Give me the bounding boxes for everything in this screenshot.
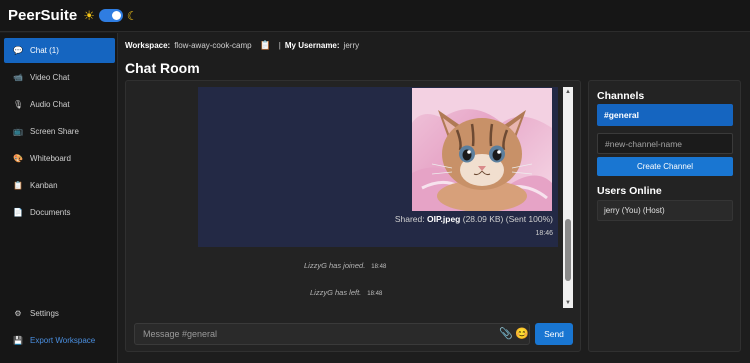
- sidebar-item-video-chat[interactable]: 📹 Video Chat: [4, 65, 115, 90]
- sidebar-item-label: Audio Chat: [30, 100, 70, 109]
- sidebar-item-label: Chat (1): [30, 46, 59, 55]
- sidebar-item-label: Video Chat: [30, 73, 70, 82]
- page-title: Chat Room: [125, 60, 200, 76]
- clipboard-icon: 📋: [13, 181, 23, 190]
- channel-item-general[interactable]: #general: [597, 104, 733, 126]
- username-value: jerry: [343, 41, 360, 50]
- scroll-up-icon[interactable]: ▲: [563, 87, 573, 97]
- sidebar-item-export-workspace[interactable]: 💾 Export Workspace: [4, 328, 115, 353]
- system-message: LizzyG has left. 18:48: [310, 288, 382, 297]
- system-message-time: 18:48: [371, 264, 387, 270]
- shared-file-details: (28.09 KB) (Sent 100%): [462, 214, 553, 224]
- sidebar-item-documents[interactable]: 📄 Documents: [4, 200, 115, 225]
- sidebar-item-screen-share[interactable]: 📺 Screen Share: [4, 119, 115, 144]
- palette-icon: 🎨: [13, 154, 23, 163]
- sun-icon: ☀: [83, 7, 95, 23]
- sidebar-item-whiteboard[interactable]: 🎨 Whiteboard: [4, 146, 115, 171]
- system-message-text: LizzyG has left.: [310, 288, 362, 297]
- video-camera-icon: 📹: [13, 73, 23, 82]
- document-icon: 📄: [13, 208, 23, 217]
- emoji-icon[interactable]: 😊: [515, 327, 529, 340]
- sidebar-item-settings[interactable]: ⚙ Settings: [4, 301, 115, 326]
- channels-title: Channels: [597, 90, 645, 102]
- sidebar-item-label: Screen Share: [30, 127, 79, 136]
- system-message: LizzyG has joined. 18:48: [304, 261, 386, 270]
- copy-workspace-icon[interactable]: 📋: [260, 40, 271, 51]
- sidebar-item-label: Kanban: [30, 181, 58, 190]
- workspace-header: Workspace: flow-away-cook-camp 📋 | My Us…: [125, 40, 359, 51]
- chat-icon: 💬: [13, 46, 23, 55]
- sidebar-item-audio-chat[interactable]: 🎙 Audio Chat: [4, 92, 115, 117]
- shared-prefix: Shared:: [394, 214, 425, 224]
- floppy-disk-icon: 💾: [13, 336, 23, 345]
- microphone-icon: 🎙: [13, 100, 24, 109]
- system-message-text: LizzyG has joined.: [304, 261, 366, 270]
- send-button[interactable]: Send: [535, 323, 573, 345]
- chat-scrollbar[interactable]: ▲ ▼: [563, 87, 573, 308]
- sidebar-item-label: Whiteboard: [30, 154, 71, 163]
- moon-icon: ☾: [126, 8, 138, 23]
- sidebar-item-label: Documents: [30, 208, 71, 217]
- users-online-title: Users Online: [597, 185, 662, 197]
- workspace-label: Workspace:: [125, 41, 171, 50]
- scroll-down-icon[interactable]: ▼: [563, 298, 573, 308]
- monitor-icon: 📺: [13, 127, 23, 136]
- online-user-item: jerry (You) (Host): [597, 200, 733, 221]
- theme-toggle[interactable]: [98, 9, 123, 22]
- create-channel-button[interactable]: Create Channel: [597, 157, 733, 176]
- kitten-image: [412, 88, 552, 211]
- sidebar-item-chat[interactable]: 💬 Chat (1): [4, 38, 115, 63]
- username-label: My Username:: [284, 41, 340, 50]
- gear-icon: ⚙: [14, 309, 22, 318]
- message-timestamp: 18:46: [535, 230, 553, 237]
- app-logo: PeerSuite: [8, 7, 78, 24]
- sidebar-item-kanban[interactable]: 📋 Kanban: [4, 173, 115, 198]
- system-message-time: 18:48: [367, 291, 383, 297]
- paperclip-icon[interactable]: 📎: [499, 327, 513, 340]
- top-bar: PeerSuite ☀ ☾: [0, 0, 750, 32]
- sidebar-item-label: Export Workspace: [30, 336, 96, 345]
- header-separator: |: [278, 41, 281, 50]
- message-input[interactable]: [134, 323, 530, 345]
- sidebar-item-label: Settings: [30, 309, 59, 318]
- kitten-photo[interactable]: [412, 88, 552, 211]
- scrollbar-thumb[interactable]: [565, 219, 571, 281]
- workspace-name: flow-away-cook-camp: [174, 41, 252, 50]
- shared-file-caption: Shared: OIP.jpeg (28.09 KB) (Sent 100%): [300, 214, 553, 224]
- new-channel-input[interactable]: [597, 133, 733, 154]
- theme-switcher: ☀ ☾: [83, 8, 137, 24]
- toggle-knob: [111, 11, 121, 20]
- shared-filename[interactable]: OIP.jpeg: [427, 214, 460, 224]
